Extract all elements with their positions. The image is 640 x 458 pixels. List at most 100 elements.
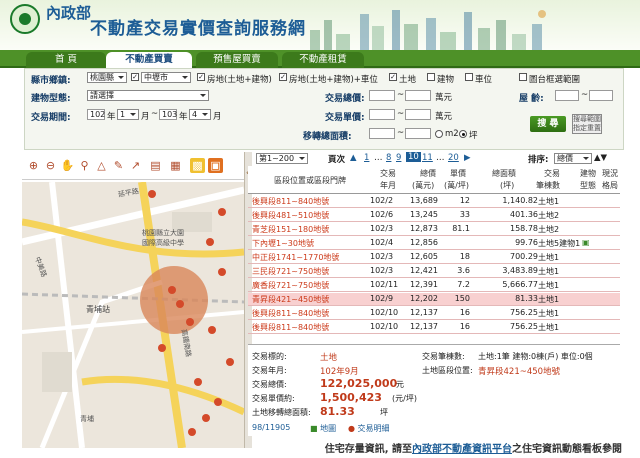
area-min-input[interactable] — [369, 128, 395, 139]
table-row[interactable]: 下內壢1~30地號 102/4 12,856 99.76 土地5建物1 ▣ — [248, 237, 620, 250]
cell-area: 81.33 — [515, 294, 538, 303]
cell-address[interactable]: 三民段721~750地號 — [252, 266, 329, 277]
unit-price-min-input[interactable] — [369, 109, 395, 120]
district-select[interactable]: 中壢市 — [141, 72, 191, 83]
total-price-max-input[interactable] — [405, 90, 431, 101]
table-row[interactable]: 後興段811~840地號 102/10 12,137 16 756.25 土地1 — [248, 321, 620, 334]
measure-icon[interactable]: ↗ — [128, 158, 143, 173]
total-price-min-input[interactable] — [369, 90, 395, 101]
cell-unit: 16 — [459, 322, 470, 331]
footer-text1: 住宅存量資訊, 請至 — [324, 444, 412, 455]
type-checkbox-parking[interactable] — [465, 73, 473, 81]
cell-address[interactable]: 後興段811~840地號 — [252, 308, 329, 319]
table-header: 區段位置或區段門牌 交易 年月 總價 (萬元) 單價 (萬/坪) 總面積 (坪)… — [248, 166, 620, 194]
footer-platform-link[interactable]: 內政部不動產資訊平台 — [412, 444, 512, 455]
cell-total: 12,873 — [410, 224, 438, 233]
cell-address[interactable]: 青昇段421~450地號 — [252, 294, 329, 305]
tab-home[interactable]: 首 頁 — [26, 52, 106, 68]
table-row[interactable]: 廣香段721~750地號 102/11 12,391 7.2 5,666.77 土地1 — [248, 279, 620, 292]
table-row[interactable]: 青昇段421~450地號 102/9 12,202 150 81.33 土地1 — [248, 293, 620, 306]
eraser-icon[interactable]: ✎ — [111, 158, 126, 173]
cell-unit: 3.6 — [457, 266, 470, 275]
table-row[interactable]: 三民段721~750地號 102/3 12,421 3.6 3,483.89 土地1 — [248, 265, 620, 278]
pan-hand-icon[interactable]: ✋ — [60, 158, 75, 173]
page-link[interactable]: 11 — [422, 153, 433, 163]
tab-real-estate-sales[interactable]: 不動產買賣 — [106, 52, 192, 68]
type-checkbox-house-land[interactable]: ✓ — [197, 73, 205, 81]
cell-area: 401.36 — [510, 210, 538, 219]
table-row[interactable]: 後興段481~510地號 102/6 13,245 33 401.36 土地2 — [248, 209, 620, 222]
pin-icon[interactable]: ⚲ — [77, 158, 92, 173]
from-month-select[interactable]: 1 — [117, 109, 139, 120]
last-page-icon[interactable]: ▶ — [464, 153, 471, 163]
detail-count-value: 土地:1筆 建物:0棟(戶) 車位:0個 — [478, 352, 593, 361]
building-type-select[interactable]: 請選擇 — [87, 90, 209, 101]
tab-real-estate-rental[interactable]: 不動產租賃 — [282, 52, 364, 68]
polygon-select-icon[interactable]: △ — [94, 158, 109, 173]
district-checkbox[interactable]: ✓ — [131, 73, 139, 81]
detail-explain-label: 交易明細 — [357, 424, 390, 433]
table-row[interactable]: 後興段811~840地號 102/2 13,689 12 1,140.82 土地1 — [248, 195, 620, 208]
photo-icon[interactable]: ▣ — [582, 238, 590, 247]
cell-area: 1,140.82 — [502, 196, 538, 205]
type-checkbox-land[interactable]: ✓ — [389, 73, 397, 81]
table-row[interactable]: 青芝段151~180地號 102/3 12,873 81.1 158.78 土地2 — [248, 223, 620, 236]
page-link[interactable]: 1 — [364, 153, 369, 163]
zoom-in-icon[interactable]: ⊕ — [26, 158, 41, 173]
unit-ping-radio[interactable] — [459, 130, 467, 138]
page-link[interactable]: 8 — [386, 153, 391, 163]
detail-loc-label: 土地區段位置: — [422, 366, 473, 375]
print-icon[interactable]: ▤ — [148, 158, 163, 173]
zoom-out-icon[interactable]: ⊖ — [43, 158, 58, 173]
cell-ym: 102/4 — [370, 238, 394, 247]
cell-address[interactable]: 下內壢1~30地號 — [252, 238, 314, 249]
cell-total: 12,391 — [410, 280, 438, 289]
street-label: 青埔站 — [86, 305, 110, 314]
cell-address[interactable]: 後興段481~510地號 — [252, 210, 329, 221]
map-link[interactable]: ■ 地圖 — [310, 423, 336, 434]
transfer-area-label: 移轉總面積: — [303, 132, 352, 142]
unit-m2-radio[interactable] — [435, 130, 443, 138]
building-type-label: 建物型態: — [31, 94, 71, 104]
table-row[interactable]: 後興段811~840地號 102/10 12,137 16 756.25 土地1 — [248, 307, 620, 320]
range-tilde: ~ — [581, 90, 589, 100]
cell-type: 土地1 — [538, 253, 560, 262]
to-month-select[interactable]: 4 — [189, 109, 211, 120]
cell-address[interactable]: 後興段811~840地號 — [252, 322, 329, 333]
cell-address[interactable]: 廣香段721~750地號 — [252, 280, 329, 291]
map-box-checkbox[interactable] — [519, 73, 527, 81]
layer-icon[interactable]: ▦ — [168, 158, 183, 173]
type-label-house-land-parking: 房地(土地+建物)+車位 — [289, 75, 378, 85]
page-link[interactable]: 20 — [448, 153, 459, 163]
tab-presale-sales[interactable]: 預售屋買賣 — [196, 52, 278, 68]
from-year-input[interactable]: 102 — [87, 109, 105, 120]
sort-select[interactable]: 總價 — [554, 153, 592, 164]
chart-icon[interactable]: ▣ — [208, 158, 223, 173]
cell-address[interactable]: 中正段1741~1770地號 — [252, 252, 339, 263]
page-link[interactable]: 9 — [396, 153, 401, 163]
range-tilde: ~ — [397, 90, 405, 100]
detail-explain-link[interactable]: ● 交易明細 — [348, 423, 390, 434]
heatmap-icon[interactable]: ▩ — [190, 158, 205, 173]
reset-range-button[interactable]: 搜尋範圍 指定重置 — [572, 114, 602, 134]
sort-direction-icon[interactable]: ▲▼ — [594, 153, 607, 163]
first-page-icon[interactable]: ▲ — [350, 153, 357, 163]
unit-price-max-input[interactable] — [405, 109, 431, 120]
site-title: 不動產交易實價查詢服務網 — [90, 19, 306, 39]
county-select[interactable]: 桃園縣 — [87, 72, 127, 83]
range-select[interactable]: 第1~200 — [256, 153, 308, 164]
cell-address[interactable]: 後興段811~840地號 — [252, 196, 329, 207]
table-row[interactable]: 中正段1741~1770地號 102/3 12,605 18 700.29 土地1 — [248, 251, 620, 264]
age-min-input[interactable] — [555, 90, 579, 101]
area-max-input[interactable] — [405, 128, 431, 139]
type-checkbox-house-land-parking[interactable]: ✓ — [279, 73, 287, 81]
cell-address[interactable]: 青芝段151~180地號 — [252, 224, 329, 235]
range-tilde: ~ — [397, 109, 405, 119]
page-current[interactable]: 10 — [406, 152, 421, 162]
map-view[interactable]: 延平路 桃園縣立大園 國際高級中學 青埔站 青埔 中美路 高鐵南路 — [22, 182, 244, 448]
search-button[interactable]: 搜 尋 — [530, 116, 566, 132]
type-checkbox-building[interactable] — [427, 73, 435, 81]
to-year-input[interactable]: 103 — [159, 109, 177, 120]
cell-ym: 102/3 — [370, 252, 394, 261]
age-max-input[interactable] — [589, 90, 613, 101]
